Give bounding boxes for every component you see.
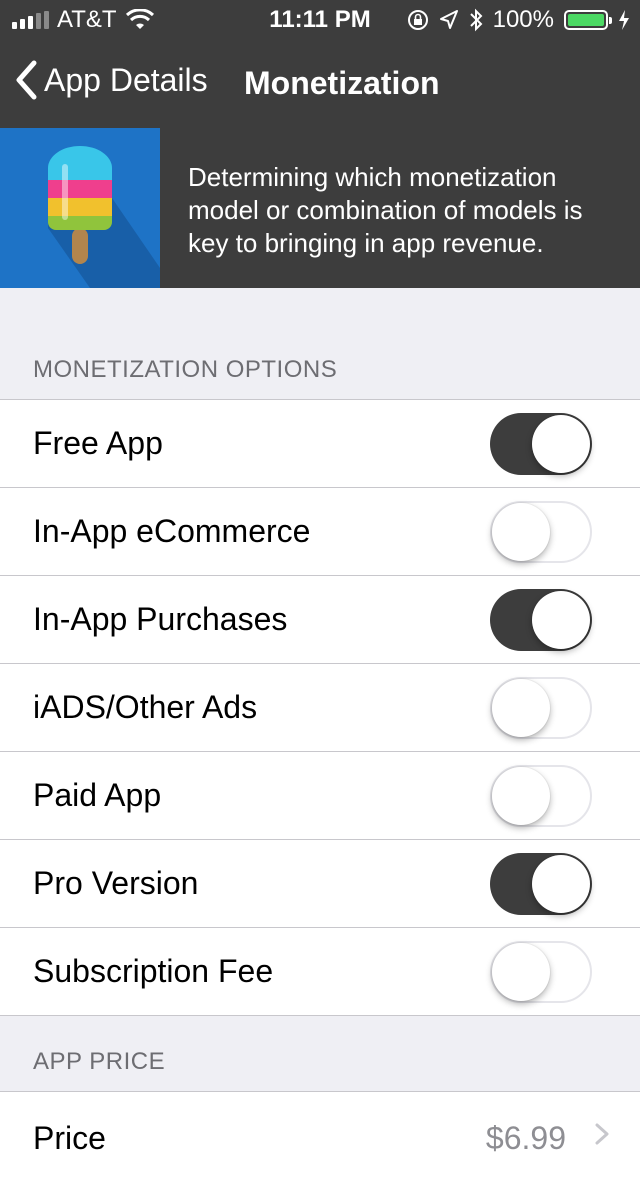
option-pro-version: Pro Version: [0, 840, 640, 928]
option-label: Paid App: [33, 777, 162, 813]
toggle-knob: [532, 415, 590, 473]
pro-version-toggle[interactable]: [490, 853, 592, 915]
option-label: In-App Purchases: [33, 601, 288, 637]
top-bar: AT&T 11:11 PM 100% App Details Monetizat…: [0, 0, 640, 128]
navigation-bar: App Details Monetization: [0, 40, 640, 128]
toggle-knob: [532, 855, 590, 913]
subscription-fee-toggle[interactable]: [490, 941, 592, 1003]
free-app-toggle[interactable]: [490, 413, 592, 475]
monetization-section-header: MONETIZATION OPTIONS: [33, 356, 338, 383]
bluetooth-icon: [469, 8, 483, 32]
option-free-app: Free App: [0, 400, 640, 488]
chevron-left-icon: [16, 60, 37, 100]
app-price-section-header: APP PRICE: [33, 1048, 166, 1075]
chevron-right-icon: [595, 1123, 609, 1145]
option-in-app-ecommerce: In-App eCommerce: [0, 488, 640, 576]
option-label: iADS/Other Ads: [33, 689, 258, 725]
option-paid-app: Paid App: [0, 752, 640, 840]
banner-art: [0, 128, 160, 288]
in-app-purchases-toggle[interactable]: [490, 589, 592, 651]
location-arrow-icon: [439, 10, 458, 29]
back-button-label: App Details: [44, 61, 208, 98]
battery-level-fill: [568, 14, 604, 26]
option-label: Pro Version: [33, 865, 199, 901]
info-banner: Determining which monetization model or …: [0, 128, 640, 288]
toggle-knob: [492, 943, 550, 1001]
price-value: $6.99: [485, 1120, 566, 1156]
option-label: Free App: [33, 425, 163, 461]
toggle-knob: [492, 767, 550, 825]
toggle-knob: [492, 679, 550, 737]
charging-bolt-icon: [619, 10, 629, 30]
toggle-knob: [492, 503, 550, 561]
option-in-app-purchases: In-App Purchases: [0, 576, 640, 664]
in-app-ecommerce-toggle[interactable]: [490, 501, 592, 563]
paid-app-toggle[interactable]: [490, 765, 592, 827]
monetization-options-list: Free App In-App eCommerce In-App Purchas…: [0, 399, 640, 1016]
toggle-knob: [532, 591, 590, 649]
battery-percent: 100%: [492, 6, 554, 33]
status-bar: AT&T 11:11 PM 100%: [0, 0, 640, 40]
price-label: Price: [33, 1120, 106, 1156]
battery-icon: [564, 10, 612, 30]
option-label: Subscription Fee: [33, 953, 274, 989]
option-iads-other-ads: iADS/Other Ads: [0, 664, 640, 752]
iads-other-ads-toggle[interactable]: [490, 677, 592, 739]
price-row[interactable]: Price $6.99: [0, 1092, 640, 1180]
back-button[interactable]: App Details: [14, 60, 208, 100]
popsicle-icon: [48, 146, 160, 288]
page-title: Monetization: [244, 65, 440, 101]
rotation-lock-icon: [407, 10, 428, 30]
option-subscription-fee: Subscription Fee: [0, 928, 640, 1016]
banner-description: Determining which monetization model or …: [188, 162, 583, 258]
option-label: In-App eCommerce: [33, 513, 311, 549]
